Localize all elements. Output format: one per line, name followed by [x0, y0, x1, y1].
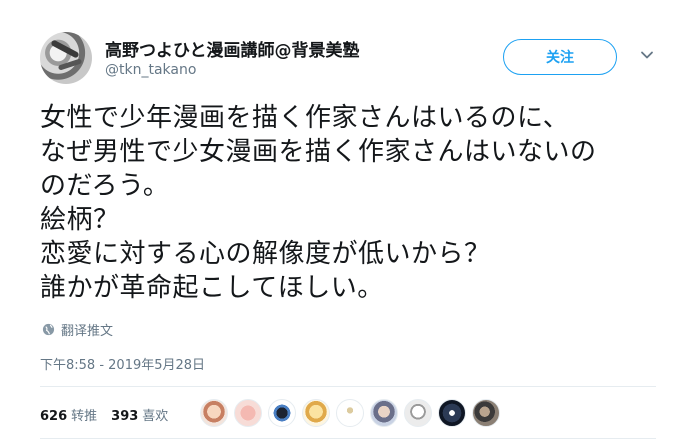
tweet-line: 恋愛に対する心の解像度が低いから？: [40, 239, 491, 269]
liker-avatar[interactable]: [472, 399, 500, 427]
like-label: 喜欢: [142, 409, 169, 424]
liker-avatar[interactable]: [200, 399, 228, 427]
translate-label[interactable]: 翻译推文: [61, 320, 113, 339]
liker-avatar[interactable]: [234, 399, 262, 427]
follow-button[interactable]: 关注: [503, 39, 617, 75]
tweet-text: 女性で少年漫画を描く作家さんはいるのに、 なぜ男性で少女漫画を描く作家さんはいな…: [40, 101, 680, 305]
tweet-timestamp[interactable]: 下午8:58 - 2019年5月28日: [40, 354, 205, 373]
like-stat[interactable]: 393 喜欢: [111, 405, 168, 424]
tweet-line: なぜ男性で少女漫画を描く作家さんはいないの: [40, 137, 597, 167]
user-avatar-icon[interactable]: [40, 32, 92, 84]
avatar-detail: [57, 58, 83, 71]
retweet-label: 转推: [71, 409, 98, 424]
author-display-name[interactable]: 高野つよひと漫画講師@背景美塾: [105, 36, 360, 61]
globe-icon: [42, 323, 55, 336]
divider: [40, 386, 656, 387]
avatar-detail: [50, 39, 80, 59]
tweet-line: 女性で少年漫画を描く作家さんはいるのに、: [40, 103, 570, 133]
like-count: 393: [111, 409, 139, 424]
tweet-line: 絵柄？: [40, 205, 120, 235]
liker-avatar[interactable]: [370, 399, 398, 427]
liker-avatar[interactable]: [438, 399, 466, 427]
liker-avatars: [200, 399, 500, 427]
liker-avatar[interactable]: [302, 399, 330, 427]
retweet-count: 626: [40, 409, 68, 424]
chevron-down-icon[interactable]: [640, 48, 654, 62]
liker-avatar[interactable]: [336, 399, 364, 427]
author-handle[interactable]: @tkn_takano: [105, 62, 196, 78]
tweet-stats: 626 转推 393 喜欢: [40, 405, 168, 424]
tweet-line: 誰かが革命起こしてほしい。: [40, 273, 384, 303]
liker-avatar[interactable]: [404, 399, 432, 427]
translate-tweet-link[interactable]: 翻译推文: [42, 320, 113, 339]
liker-avatar[interactable]: [268, 399, 296, 427]
retweet-stat[interactable]: 626 转推: [40, 405, 97, 424]
tweet-line: のだろう。: [40, 171, 170, 201]
